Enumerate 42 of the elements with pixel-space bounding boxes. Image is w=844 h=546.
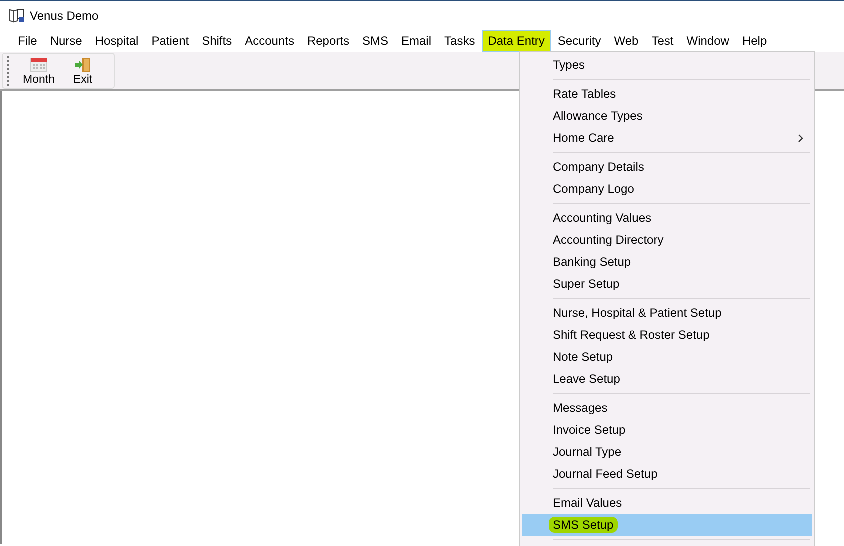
toolbar-button-label[interactable]: Exit xyxy=(73,74,93,86)
menu-item[interactable]: Data Entry xyxy=(482,30,551,52)
menu-item[interactable]: Tasks xyxy=(438,30,482,52)
dropdown-item[interactable]: Note Setup xyxy=(522,346,812,368)
dropdown-item[interactable]: Home Care xyxy=(522,127,812,149)
dropdown-item[interactable]: Shift Request & Roster Setup xyxy=(522,324,812,346)
dropdown-item[interactable]: Email Values xyxy=(522,492,812,514)
calendar-icon xyxy=(30,56,48,72)
dropdown-item[interactable]: Company Details xyxy=(522,156,812,178)
dropdown-item[interactable]: Banking Setup xyxy=(522,251,812,273)
dropdown-item[interactable]: Invoice Setup xyxy=(522,419,812,441)
dropdown-item[interactable]: Accounting Directory xyxy=(522,229,812,251)
menu-item[interactable]: Security xyxy=(552,30,608,52)
dropdown-item[interactable]: Super Setup xyxy=(522,273,812,295)
menu-item[interactable]: Hospital xyxy=(89,30,145,52)
menu-item[interactable]: Reports xyxy=(301,30,356,52)
exit-door-icon xyxy=(74,56,92,72)
dropdown-item[interactable]: Allowance Types xyxy=(522,105,812,127)
toolbar-button-label[interactable]: Month xyxy=(23,74,55,86)
menu-item[interactable]: Email xyxy=(396,30,438,52)
dropdown-item[interactable]: Journal Feed Setup xyxy=(522,463,812,485)
dropdown-item[interactable]: Accounting Values xyxy=(522,207,812,229)
menu-item[interactable]: Help xyxy=(736,30,774,52)
menu-item[interactable]: Shifts xyxy=(196,30,238,52)
dropdown-item[interactable]: Leave Setup xyxy=(522,368,812,390)
menu-item[interactable]: Window xyxy=(680,30,736,52)
dropdown-item[interactable]: Journal Type xyxy=(522,441,812,463)
menu-item[interactable]: File xyxy=(12,30,44,52)
dropdown-item[interactable]: Messages xyxy=(522,397,812,419)
menu-item[interactable]: SMS xyxy=(356,30,394,52)
dropdown-item[interactable]: Types xyxy=(522,54,812,76)
dropdown-item[interactable]: SMS Setup xyxy=(522,514,812,536)
menu-item[interactable]: Test xyxy=(646,30,680,52)
dropdown-item[interactable]: Nurse, Hospital & Patient Setup xyxy=(522,302,812,324)
menu-item[interactable]: Accounts xyxy=(239,30,300,52)
dropdown-item[interactable]: Company Logo xyxy=(522,178,812,200)
app-icon xyxy=(9,8,25,23)
dropdown-item[interactable]: Rate Tables xyxy=(522,83,812,105)
menu-item[interactable]: Patient xyxy=(146,30,196,52)
window-title: Venus Demo xyxy=(30,8,99,22)
menu-item[interactable]: Web xyxy=(608,30,645,52)
menu-item[interactable]: Nurse xyxy=(44,30,88,52)
